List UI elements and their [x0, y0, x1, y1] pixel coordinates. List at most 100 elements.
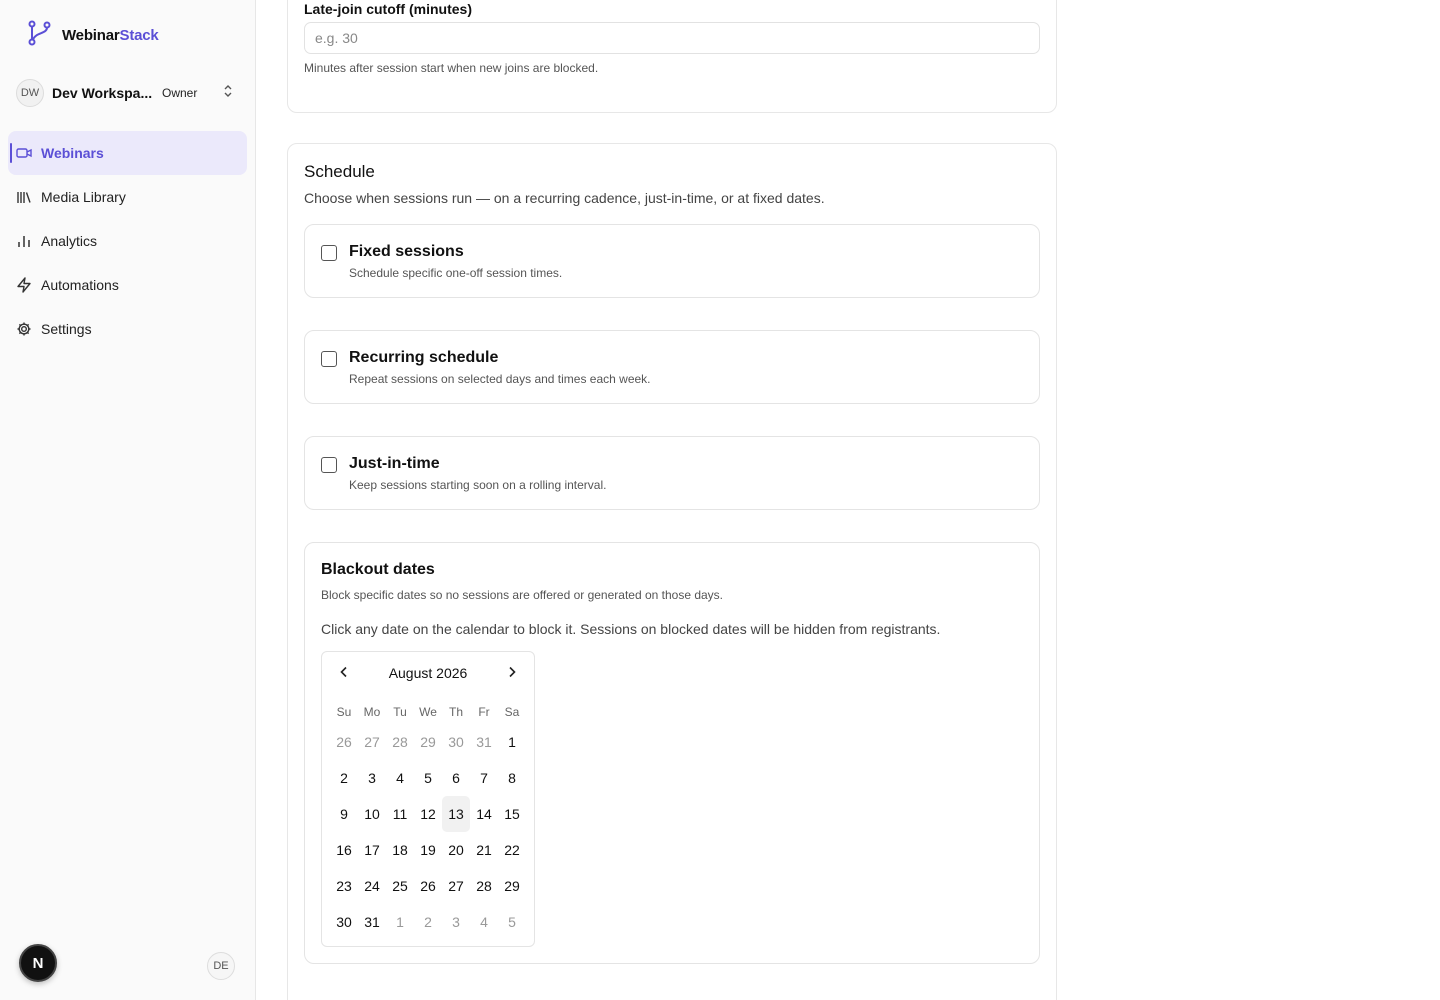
- chevron-right-icon[interactable]: [504, 664, 520, 680]
- calendar-day[interactable]: 4: [470, 904, 498, 940]
- calendar-day[interactable]: 16: [330, 832, 358, 868]
- workspace-avatar: DW: [16, 79, 44, 107]
- option-just-in-time[interactable]: Just-in-time Keep sessions starting soon…: [304, 436, 1040, 510]
- calendar-day[interactable]: 12: [414, 796, 442, 832]
- calendar-day[interactable]: 18: [386, 832, 414, 868]
- blackout-hint: Click any date on the calendar to block …: [321, 621, 941, 637]
- option-description: Repeat sessions on selected days and tim…: [349, 372, 651, 386]
- calendar-day[interactable]: 8: [498, 760, 526, 796]
- next-devtools-button[interactable]: N: [19, 944, 57, 982]
- option-description: Schedule specific one-off session times.: [349, 266, 563, 280]
- calendar-day[interactable]: 2: [414, 904, 442, 940]
- nav-item-analytics[interactable]: Analytics: [8, 219, 247, 263]
- nav-label: Automations: [41, 277, 119, 293]
- nav-item-automations[interactable]: Automations: [8, 263, 247, 307]
- calendar-weekday: Su: [336, 705, 352, 719]
- bar-chart-icon: [16, 233, 32, 249]
- calendar-day[interactable]: 27: [442, 868, 470, 904]
- workspace-role: Owner: [162, 86, 198, 100]
- option-title: Recurring schedule: [349, 349, 499, 366]
- calendar-day[interactable]: 13: [442, 796, 470, 832]
- calendar-weekday: Mo: [363, 705, 381, 719]
- language-switcher[interactable]: DE: [207, 952, 235, 980]
- calendar-day[interactable]: 23: [330, 868, 358, 904]
- nav-label: Media Library: [41, 189, 126, 205]
- fixed-sessions-checkbox[interactable]: [321, 245, 337, 261]
- calendar-day[interactable]: 1: [386, 904, 414, 940]
- sidebar: WebinarStack DW Dev Workspa... Owner Web…: [0, 0, 256, 1000]
- calendar-day[interactable]: 14: [470, 796, 498, 832]
- blackout-title: Blackout dates: [321, 561, 435, 578]
- just-in-time-checkbox[interactable]: [321, 457, 337, 473]
- calendar-day[interactable]: 31: [470, 724, 498, 760]
- calendar-day[interactable]: 27: [358, 724, 386, 760]
- calendar-day[interactable]: 24: [358, 868, 386, 904]
- schedule-description: Choose when sessions run — on a recurrin…: [304, 190, 825, 206]
- late-join-help: Minutes after session start when new joi…: [304, 61, 599, 75]
- nav-label: Analytics: [41, 233, 98, 249]
- blackout-description: Block specific dates so no sessions are …: [321, 588, 724, 602]
- calendar-weekday: Tu: [393, 705, 407, 719]
- calendar-day[interactable]: 26: [414, 868, 442, 904]
- calendar-day[interactable]: 29: [414, 724, 442, 760]
- nav-label: Webinars: [41, 145, 104, 161]
- workspace-switcher[interactable]: DW Dev Workspa... Owner: [16, 78, 244, 108]
- calendar-day[interactable]: 3: [442, 904, 470, 940]
- option-recurring-schedule[interactable]: Recurring schedule Repeat sessions on se…: [304, 330, 1040, 404]
- nav-item-webinars[interactable]: Webinars: [8, 131, 247, 175]
- calendar-day[interactable]: 29: [498, 868, 526, 904]
- option-description: Keep sessions starting soon on a rolling…: [349, 478, 607, 492]
- nav-item-settings[interactable]: Settings: [8, 307, 247, 351]
- calendar-month: August 2026: [388, 665, 468, 681]
- calendar-day[interactable]: 6: [442, 760, 470, 796]
- calendar-day[interactable]: 15: [498, 796, 526, 832]
- branch-logo-icon: [26, 20, 52, 51]
- calendar-day[interactable]: 28: [386, 724, 414, 760]
- calendar-day[interactable]: 25: [386, 868, 414, 904]
- gear-icon: [16, 321, 32, 337]
- calendar-weekday: We: [419, 705, 437, 719]
- blackout-dates-panel: Blackout dates Block specific dates so n…: [304, 542, 1040, 964]
- late-join-label: Late-join cutoff (minutes): [304, 1, 472, 17]
- calendar-day[interactable]: 22: [498, 832, 526, 868]
- main-nav: Webinars Media Library Analytics Automat…: [8, 131, 247, 351]
- calendar-day[interactable]: 19: [414, 832, 442, 868]
- calendar-day[interactable]: 30: [330, 904, 358, 940]
- library-icon: [16, 189, 32, 205]
- calendar: August 2026 Su Mo Tu We Th Fr Sa 26 27 28 29 30 31 1 2…: [321, 651, 535, 947]
- calendar-day[interactable]: 5: [498, 904, 526, 940]
- calendar-day[interactable]: 11: [386, 796, 414, 832]
- calendar-weekday: Th: [448, 705, 463, 719]
- chevron-up-down-icon: [222, 83, 234, 104]
- calendar-day[interactable]: 30: [442, 724, 470, 760]
- calendar-day[interactable]: 3: [358, 760, 386, 796]
- calendar-grid: Su Mo Tu We Th Fr Sa 26 27 28 29 30 31 1 2 3 4 5 6 7 8 9 10 11 1…: [330, 700, 526, 940]
- calendar-day[interactable]: 7: [470, 760, 498, 796]
- calendar-day[interactable]: 31: [358, 904, 386, 940]
- option-title: Fixed sessions: [349, 243, 464, 260]
- calendar-weekday: Sa: [504, 705, 520, 719]
- calendar-day[interactable]: 9: [330, 796, 358, 832]
- brand-name: WebinarStack: [62, 27, 159, 44]
- video-icon: [16, 145, 32, 161]
- recurring-schedule-checkbox[interactable]: [321, 351, 337, 367]
- zap-icon: [16, 277, 32, 293]
- calendar-day[interactable]: 26: [330, 724, 358, 760]
- calendar-weekday: Fr: [478, 705, 490, 719]
- nav-item-media-library[interactable]: Media Library: [8, 175, 247, 219]
- late-join-input[interactable]: [304, 22, 1040, 54]
- calendar-day[interactable]: 5: [414, 760, 442, 796]
- schedule-title: Schedule: [304, 162, 375, 181]
- calendar-day[interactable]: 21: [470, 832, 498, 868]
- nav-label: Settings: [41, 321, 92, 337]
- calendar-day[interactable]: 2: [330, 760, 358, 796]
- calendar-day[interactable]: 1: [498, 724, 526, 760]
- workspace-name: Dev Workspa...: [52, 85, 152, 101]
- calendar-day[interactable]: 28: [470, 868, 498, 904]
- option-fixed-sessions[interactable]: Fixed sessions Schedule specific one-off…: [304, 224, 1040, 298]
- calendar-day[interactable]: 17: [358, 832, 386, 868]
- calendar-day[interactable]: 10: [358, 796, 386, 832]
- calendar-day[interactable]: 4: [386, 760, 414, 796]
- calendar-day[interactable]: 20: [442, 832, 470, 868]
- brand-logo[interactable]: WebinarStack: [26, 20, 159, 51]
